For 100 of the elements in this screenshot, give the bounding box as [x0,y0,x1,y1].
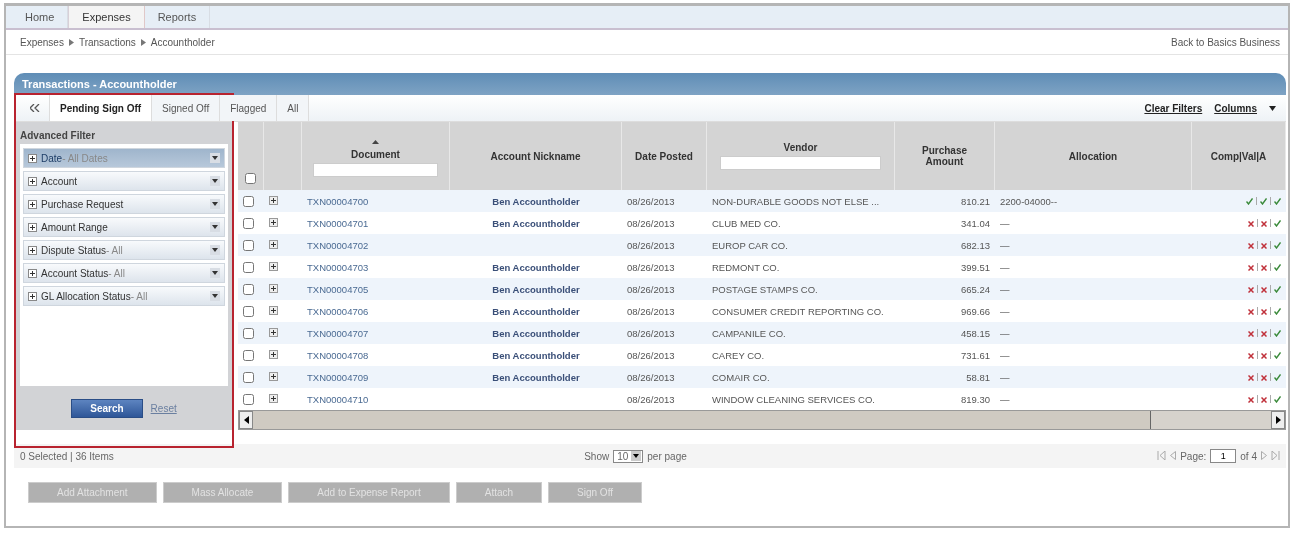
document-link[interactable]: TXN00004703 [307,261,369,273]
expand-icon [28,222,37,232]
document-link[interactable]: TXN00004706 [307,305,369,317]
expand-icon[interactable] [269,261,278,273]
check-icon[interactable] [1274,371,1281,383]
row-checkbox[interactable] [243,195,254,207]
check-icon[interactable] [1246,195,1253,207]
dropdown-icon[interactable] [631,451,642,461]
filter-item[interactable]: Purchase Request [23,194,225,214]
row-checkbox[interactable] [243,283,254,295]
table-cell: — [1000,283,1010,295]
document-link[interactable]: TXN00004709 [307,371,369,383]
breadcrumb-link[interactable]: Expenses [20,36,64,48]
page-number-field[interactable]: 1 [1210,449,1237,463]
expand-icon[interactable] [269,283,278,295]
table-cell: Ben Accountholder [492,195,580,207]
expand-icon [28,291,37,301]
expand-icon[interactable] [269,393,278,405]
filter-item[interactable]: Dispute Status- All [23,240,225,260]
row-checkbox[interactable] [243,327,254,339]
vendor-filter-field[interactable] [719,156,882,170]
row-checkbox[interactable] [243,239,254,251]
row-checkbox[interactable] [243,371,254,383]
row-checkbox[interactable] [243,349,254,361]
filter-item[interactable]: GL Allocation Status- All [23,286,225,306]
view-tab[interactable]: Signed Off [152,95,221,121]
document-link[interactable]: TXN00004700 [307,195,369,207]
nav-tab[interactable]: Reports [144,6,211,28]
document-link[interactable]: TXN00004708 [307,349,369,361]
view-tab[interactable]: Pending Sign Off [50,95,153,121]
filter-item[interactable]: Account Status- All [23,263,225,283]
check-icon[interactable] [1274,305,1281,317]
columns-link[interactable]: Columns [1214,102,1257,114]
expand-icon[interactable] [269,239,278,251]
expand-icon [28,199,37,209]
scroll-right-icon[interactable] [1271,411,1285,429]
filter-title: Advanced Filter [20,128,97,143]
column-header[interactable]: Account Nickname [490,150,581,162]
table-cell: WINDOW CLEANING SERVICES CO. [712,393,875,405]
panel-title: Transactions - Accountholder [22,78,177,90]
column-header[interactable]: Purchase Amount [914,145,975,167]
check-icon[interactable] [1274,393,1281,405]
check-icon[interactable] [1274,195,1281,207]
row-checkbox[interactable] [243,305,254,317]
table-cell: — [1000,327,1010,339]
table-cell: 08/26/2013 [627,195,675,207]
scrollbar-thumb[interactable] [253,411,1151,429]
breadcrumb-separator-icon [68,38,74,46]
expand-icon[interactable] [269,327,278,339]
column-header[interactable]: Date Posted [635,150,693,162]
scroll-left-icon[interactable] [239,411,253,429]
view-tab[interactable]: All [277,95,310,121]
expand-icon[interactable] [269,371,278,383]
expand-icon[interactable] [269,217,278,229]
nav-tab[interactable]: Expenses [68,6,145,28]
document-link[interactable]: TXN00004705 [307,283,369,295]
document-link[interactable]: TXN00004702 [307,239,369,251]
column-header[interactable]: Comp|Val|A [1210,150,1267,162]
document-link[interactable]: TXN00004710 [307,393,369,405]
table-cell: 08/26/2013 [627,349,675,361]
horizontal-scrollbar[interactable] [238,410,1286,430]
check-icon[interactable] [1260,195,1267,207]
row-checkbox[interactable] [243,217,254,229]
check-icon[interactable] [1274,349,1281,361]
table-cell: 665.24 [960,283,990,295]
table-cell: 2200-04000-- [1000,195,1058,207]
view-tab[interactable]: Flagged [220,95,278,121]
row-checkbox[interactable] [243,261,254,273]
column-header[interactable]: Allocation [1068,150,1118,162]
check-icon[interactable] [1274,239,1281,251]
check-icon[interactable] [1274,283,1281,295]
table-cell: — [1000,261,1010,273]
expand-icon [28,176,37,186]
document-link[interactable]: TXN00004701 [307,217,369,229]
column-header[interactable]: Vendor [783,142,818,153]
breadcrumb-link[interactable]: Transactions [78,36,136,48]
document-filter-field[interactable] [312,163,439,177]
expand-icon[interactable] [269,305,278,317]
filter-item[interactable]: Date- All Dates [23,148,225,168]
document-link[interactable]: TXN00004707 [307,327,369,339]
column-header[interactable]: Document [351,149,400,160]
check-icon[interactable] [1274,217,1281,229]
check-icon[interactable] [1274,261,1281,273]
back-link[interactable]: Back to Basics Business [1171,36,1280,48]
clear-filters-link[interactable]: Clear Filters [1144,102,1203,114]
row-checkbox[interactable] [243,393,254,405]
search-button[interactable]: Search [71,398,143,418]
filter-item[interactable]: Amount Range [23,217,225,237]
check-icon[interactable] [1274,327,1281,339]
expand-icon[interactable] [269,195,278,207]
breadcrumb-link[interactable]: Accountholder [150,36,215,48]
table-cell: 810.21 [960,195,990,207]
expand-icon[interactable] [269,349,278,361]
table-cell: 819.30 [960,393,990,405]
table-cell: CAMPANILE CO. [712,327,786,339]
select-all-checkbox[interactable] [245,173,256,184]
per-page-select[interactable]: 10 [613,449,644,463]
expand-icon [28,245,37,255]
filter-item[interactable]: Account [23,171,225,191]
dropdown-icon [210,153,220,163]
